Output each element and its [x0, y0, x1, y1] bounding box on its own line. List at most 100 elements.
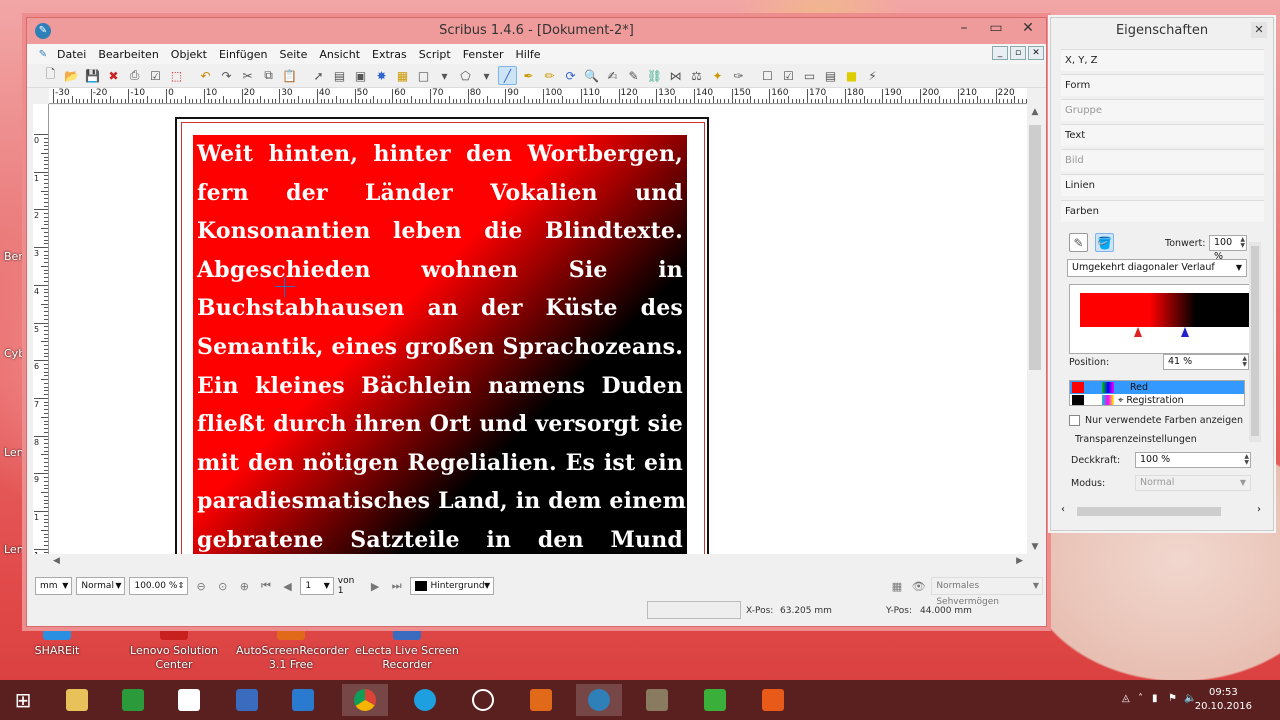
document-icon[interactable]: ✎: [35, 46, 51, 62]
gradient-stop-black[interactable]: [1181, 327, 1189, 337]
chevron-up-icon[interactable]: ˄: [1138, 693, 1143, 704]
section-gruppe[interactable]: Gruppe: [1061, 99, 1264, 121]
color-list[interactable]: Red ⌖ Registration: [1069, 380, 1245, 406]
panel-scroll-thumb[interactable]: [1251, 246, 1259, 436]
shape-dropdown-icon[interactable]: ▾: [435, 66, 454, 85]
checkbox-icon[interactable]: ☑: [779, 66, 798, 85]
network-icon[interactable]: ▮: [1152, 693, 1158, 704]
modus-select[interactable]: Normal ▼: [1135, 475, 1251, 491]
new-document-icon[interactable]: 🗋: [41, 66, 60, 85]
antivirus-icon[interactable]: ◬: [1122, 693, 1130, 704]
layer-select[interactable]: Hintergrund ▼: [409, 577, 495, 595]
save-icon[interactable]: 💾: [83, 66, 102, 85]
taskbar-store[interactable]: [110, 684, 156, 716]
close-icon[interactable]: ✕: [1251, 22, 1267, 38]
scroll-left-icon[interactable]: ‹: [1061, 504, 1065, 515]
unit-select[interactable]: mm ▼: [35, 577, 73, 595]
bezier-icon[interactable]: ✒: [519, 66, 538, 85]
desktop-label[interactable]: Ben: [4, 250, 25, 263]
eyedropper-icon[interactable]: ✑: [729, 66, 748, 85]
undo-icon[interactable]: ↶: [196, 66, 215, 85]
preview-mode-select[interactable]: Normal ▼: [76, 577, 126, 595]
cut-icon[interactable]: ✂: [238, 66, 257, 85]
taskbar-camtasia-green[interactable]: [692, 684, 738, 716]
render-frame-icon[interactable]: ✸: [372, 66, 391, 85]
listbox-icon[interactable]: ▤: [821, 66, 840, 85]
vision-select[interactable]: Normales Sehvermögen ▼: [931, 577, 1043, 607]
link-frames-icon[interactable]: ⛓: [645, 66, 664, 85]
taskbar-chrome[interactable]: [342, 684, 388, 716]
position-input[interactable]: 41 % ▲ ▼: [1163, 354, 1249, 370]
desktop-label[interactable]: Cyb: [4, 347, 25, 360]
taskbar-sync[interactable]: [460, 684, 506, 716]
menu-fenster[interactable]: Fenster: [457, 48, 510, 61]
section-bild[interactable]: Bild: [1061, 149, 1264, 171]
vertical-ruler[interactable]: 0 1 2 3 4 5 6 7 8 9 1 1: [33, 104, 49, 554]
annotation-icon[interactable]: ■: [842, 66, 861, 85]
measure-icon[interactable]: ⚖: [687, 66, 706, 85]
polygon-dropdown-icon[interactable]: ▾: [477, 66, 496, 85]
desktop-icon-lenovo[interactable]: Lenovo Solution Center: [119, 622, 229, 672]
panel-hscroll-thumb[interactable]: [1077, 507, 1221, 516]
story-editor-icon[interactable]: ✎: [624, 66, 643, 85]
flag-icon[interactable]: ⚑: [1168, 693, 1177, 704]
title-bar[interactable]: ✎ Scribus 1.4.6 - [Dokument-2*] – ▭ ✕: [27, 18, 1046, 44]
zoom-icon[interactable]: 🔍: [582, 66, 601, 85]
unlink-frames-icon[interactable]: ⋈: [666, 66, 685, 85]
text-frame-icon[interactable]: ▤: [330, 66, 349, 85]
taskbar-explorer[interactable]: [54, 684, 100, 716]
taskbar-ie[interactable]: [402, 684, 448, 716]
scroll-right-icon[interactable]: ›: [1257, 504, 1261, 515]
table-icon[interactable]: ▦: [393, 66, 412, 85]
gradient-type-select[interactable]: Umgekehrt diagonaler Verlauf ▼: [1067, 259, 1247, 277]
desktop-icon-shareit[interactable]: SHAREit: [2, 622, 112, 658]
menu-ansicht[interactable]: Ansicht: [313, 48, 366, 61]
fill-color-icon[interactable]: 🪣: [1095, 233, 1114, 252]
line-color-icon[interactable]: ✎: [1069, 233, 1088, 252]
gradient-stop-red[interactable]: [1134, 327, 1142, 337]
scroll-down-icon[interactable]: ▼: [1027, 542, 1043, 552]
menu-datei[interactable]: Datei: [51, 48, 92, 61]
taskbar-file[interactable]: [166, 684, 212, 716]
shape-icon[interactable]: □: [414, 66, 433, 85]
menu-hilfe[interactable]: Hilfe: [510, 48, 547, 61]
tonwert-input[interactable]: 100 % ▲ ▼: [1209, 235, 1247, 262]
scroll-right-icon[interactable]: ▶: [1016, 556, 1023, 566]
select-icon[interactable]: ➚: [309, 66, 328, 85]
rotate-icon[interactable]: ⟳: [561, 66, 580, 85]
only-used-checkbox[interactable]: [1069, 415, 1080, 426]
next-page-icon[interactable]: ▶: [366, 577, 384, 595]
zoom-out-icon[interactable]: ⊖: [192, 577, 210, 595]
deckkraft-input[interactable]: 100 % ▲ ▼: [1135, 452, 1251, 468]
horizontal-scrollbar[interactable]: ◀ ▶: [49, 554, 1027, 570]
ok-icon[interactable]: ☐: [758, 66, 777, 85]
open-icon[interactable]: 📂: [62, 66, 81, 85]
last-page-icon[interactable]: ⏭: [388, 577, 406, 595]
menu-bearbeiten[interactable]: Bearbeiten: [92, 48, 164, 61]
maximize-button[interactable]: ▭: [980, 18, 1012, 40]
mdi-close-button[interactable]: ✕: [1028, 46, 1044, 60]
mdi-restore-button[interactable]: ▫: [1010, 46, 1026, 60]
scroll-thumb[interactable]: [1029, 125, 1041, 370]
edit-text-icon[interactable]: ✍: [603, 66, 622, 85]
combobox-icon[interactable]: ▭: [800, 66, 819, 85]
section-xyz[interactable]: X, Y, Z: [1061, 49, 1264, 71]
desktop-icon-autoscreenrecorder[interactable]: AutoScreenRecorder 3.1 Free: [236, 622, 349, 672]
mdi-minimize-button[interactable]: _: [992, 46, 1008, 60]
freehand-icon[interactable]: ✏: [540, 66, 559, 85]
first-page-icon[interactable]: ⏮: [257, 577, 275, 595]
section-text[interactable]: Text: [1061, 124, 1264, 146]
vertical-scrollbar[interactable]: ▲ ▼: [1027, 105, 1043, 554]
close-doc-icon[interactable]: ✖: [104, 66, 123, 85]
image-frame-icon[interactable]: ▣: [351, 66, 370, 85]
properties-title[interactable]: Eigenschaften ✕: [1051, 18, 1273, 44]
color-item-registration[interactable]: ⌖ Registration: [1070, 394, 1244, 405]
preview-icon[interactable]: ▦: [888, 577, 906, 595]
page-select[interactable]: 1 ▼: [300, 577, 334, 595]
zoom-in-icon[interactable]: ⊕: [236, 577, 254, 595]
line-icon[interactable]: ╱: [498, 66, 517, 85]
taskbar-lenovo[interactable]: [224, 684, 270, 716]
menu-objekt[interactable]: Objekt: [165, 48, 213, 61]
taskbar-camtasia-orange[interactable]: [750, 684, 796, 716]
menu-einfuegen[interactable]: Einfügen: [213, 48, 274, 61]
